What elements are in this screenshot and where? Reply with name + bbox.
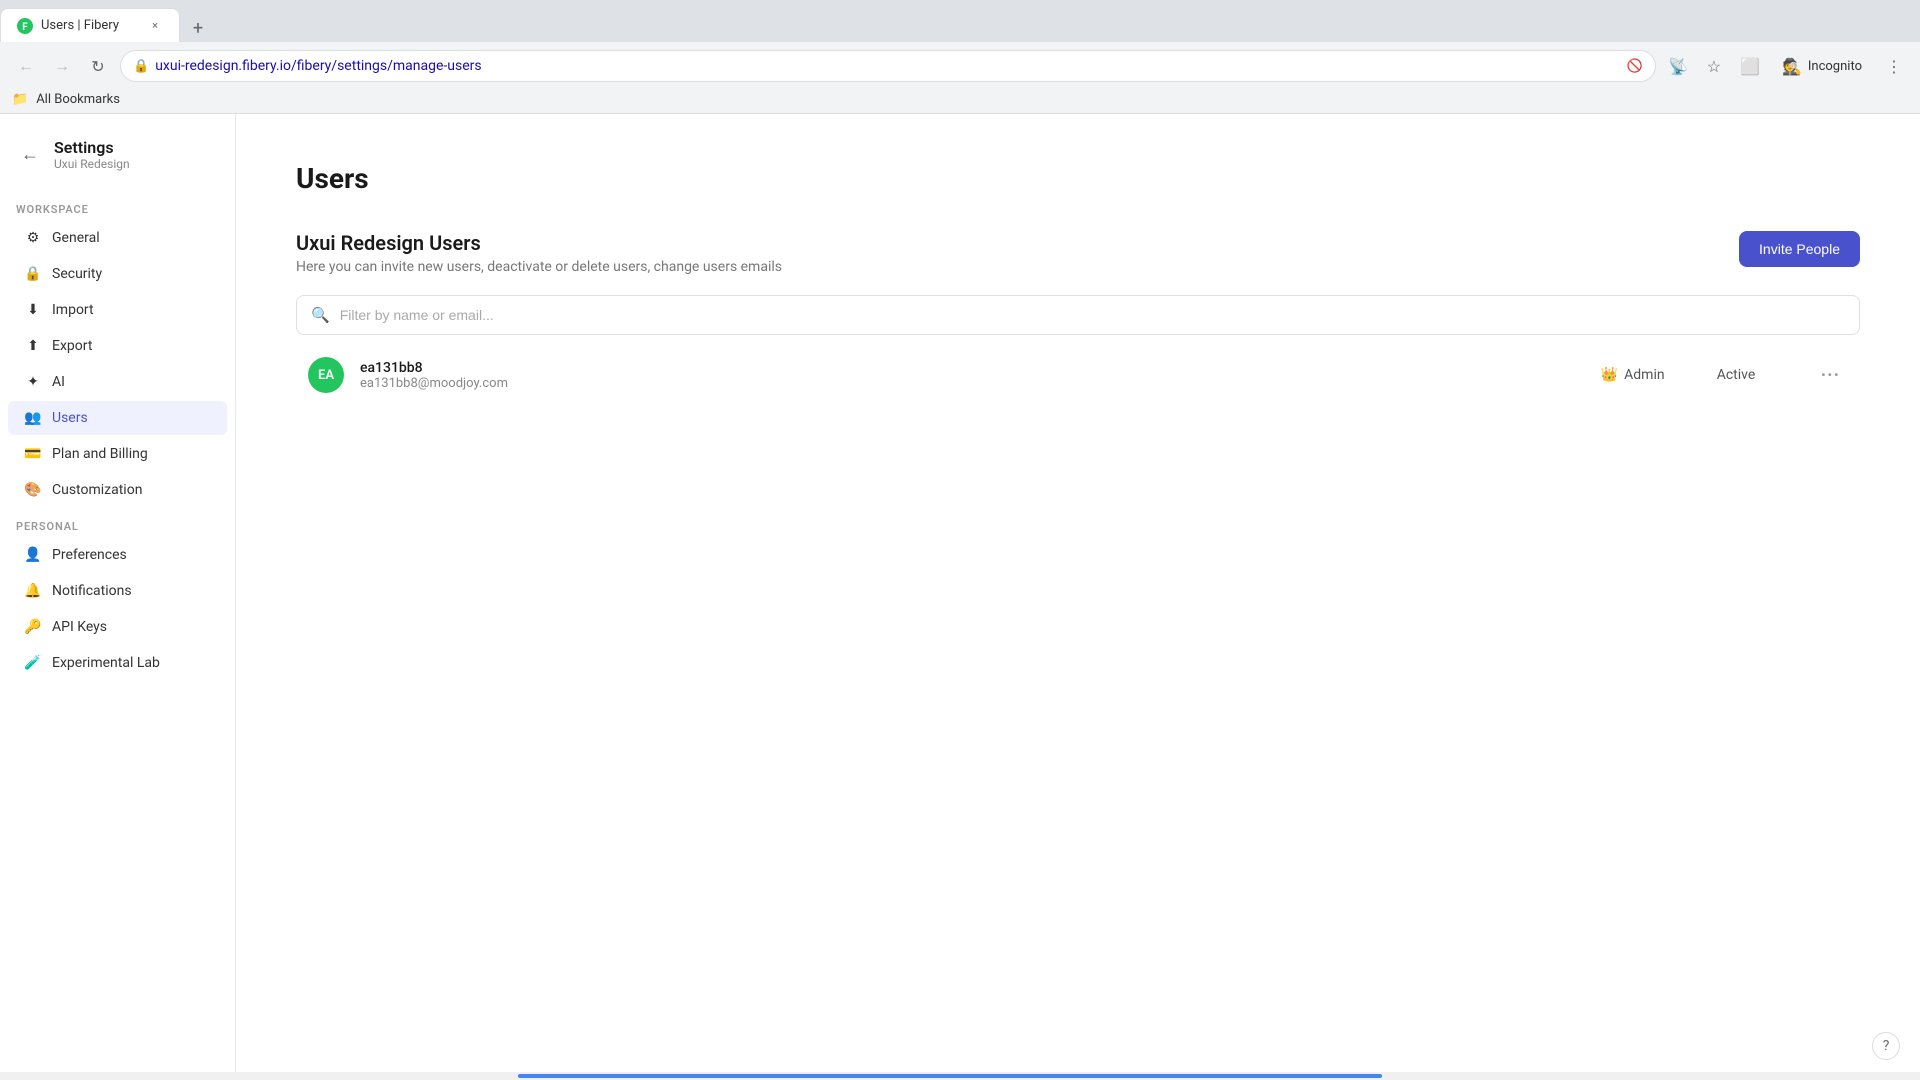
extension-icon[interactable]: ⬜ bbox=[1736, 52, 1764, 80]
user-status: Active bbox=[1717, 367, 1797, 383]
bottom-scrollbar[interactable] bbox=[0, 1072, 1920, 1080]
sidebar-item-ai[interactable]: ✦ AI bbox=[8, 365, 227, 399]
forward-button[interactable]: → bbox=[48, 52, 76, 80]
user-name: ea131bb8 bbox=[360, 360, 1585, 376]
app-layout: ← Settings Uxui Redesign WORKSPACE ⚙ Gen… bbox=[0, 114, 1920, 1072]
general-icon: ⚙ bbox=[24, 229, 42, 247]
sidebar-item-customization[interactable]: 🎨 Customization bbox=[8, 473, 227, 507]
svg-text:F: F bbox=[22, 22, 28, 33]
incognito-label: Incognito bbox=[1808, 59, 1862, 74]
sidebar-item-preferences[interactable]: 👤 Preferences bbox=[8, 538, 227, 572]
users-section: Uxui Redesign Users Here you can invite … bbox=[296, 231, 1860, 407]
users-icon: 👥 bbox=[24, 409, 42, 427]
sidebar-item-security[interactable]: 🔒 Security bbox=[8, 257, 227, 291]
lock-icon: 🔒 bbox=[133, 59, 149, 74]
help-button[interactable]: ? bbox=[1872, 1032, 1900, 1060]
address-bar[interactable]: 🔒 uxui-redesign.fibery.io/fibery/setting… bbox=[120, 50, 1656, 82]
sidebar-item-export[interactable]: ⬆ Export bbox=[8, 329, 227, 363]
sidebar-item-label: Users bbox=[52, 410, 88, 426]
toolbar-right: 📡 ☆ ⬜ 🕵 Incognito ⋮ bbox=[1664, 52, 1908, 80]
address-text: uxui-redesign.fibery.io/fibery/settings/… bbox=[155, 58, 1621, 74]
user-email: ea131bb8@moodjoy.com bbox=[360, 376, 1585, 391]
settings-info: Settings Uxui Redesign bbox=[54, 138, 130, 171]
tab-title: Users | Fibery bbox=[41, 18, 139, 33]
personal-section-label: PERSONAL bbox=[0, 508, 235, 537]
sidebar-item-label: Preferences bbox=[52, 547, 127, 563]
users-header: Uxui Redesign Users Here you can invite … bbox=[296, 231, 1860, 275]
sidebar-item-experimental-lab[interactable]: 🧪 Experimental Lab bbox=[8, 646, 227, 680]
ai-icon: ✦ bbox=[24, 373, 42, 391]
reload-button[interactable]: ↻ bbox=[84, 52, 112, 80]
preferences-icon: 👤 bbox=[24, 546, 42, 564]
workspace-section-label: WORKSPACE bbox=[0, 191, 235, 220]
bookmarks-folder-icon: 📁 bbox=[12, 92, 28, 107]
back-button[interactable]: ← bbox=[12, 52, 40, 80]
incognito-icon: 🕵 bbox=[1782, 57, 1802, 76]
lab-icon: 🧪 bbox=[24, 654, 42, 672]
sidebar-item-label: Plan and Billing bbox=[52, 446, 148, 462]
role-label: Admin bbox=[1624, 367, 1664, 383]
crown-icon: 👑 bbox=[1601, 367, 1618, 383]
sidebar-item-label: Export bbox=[52, 338, 92, 354]
new-tab-button[interactable]: + bbox=[184, 14, 212, 42]
sidebar-item-notifications[interactable]: 🔔 Notifications bbox=[8, 574, 227, 608]
workspace-label: Uxui Redesign bbox=[54, 157, 130, 171]
search-bar: 🔍 bbox=[296, 295, 1860, 335]
users-header-left: Uxui Redesign Users Here you can invite … bbox=[296, 231, 782, 275]
sidebar-item-label: API Keys bbox=[52, 619, 107, 635]
sidebar-item-users[interactable]: 👥 Users bbox=[8, 401, 227, 435]
plan-icon: 💳 bbox=[24, 445, 42, 463]
active-tab[interactable]: F Users | Fibery × bbox=[0, 8, 180, 42]
table-row: EA ea131bb8 ea131bb8@moodjoy.com 👑 Admin… bbox=[296, 343, 1860, 407]
search-icon: 🔍 bbox=[311, 306, 330, 324]
sidebar-header: ← Settings Uxui Redesign bbox=[0, 130, 235, 191]
tab-bar: F Users | Fibery × + bbox=[0, 0, 1920, 42]
sidebar-item-general[interactable]: ⚙ General bbox=[8, 221, 227, 255]
invite-people-button[interactable]: Invite People bbox=[1739, 231, 1860, 267]
bookmarks-bar: 📁 All Bookmarks bbox=[0, 90, 1920, 113]
page-title: Users bbox=[296, 162, 1860, 195]
sidebar-item-api-keys[interactable]: 🔑 API Keys bbox=[8, 610, 227, 644]
camera-off-icon: 🚫 bbox=[1627, 59, 1643, 74]
user-role: 👑 Admin bbox=[1601, 367, 1701, 383]
bookmark-icon[interactable]: ☆ bbox=[1700, 52, 1728, 80]
browser-chrome: F Users | Fibery × + ← → ↻ 🔒 uxui-redesi… bbox=[0, 0, 1920, 114]
export-icon: ⬆ bbox=[24, 337, 42, 355]
cast-icon[interactable]: 📡 bbox=[1664, 52, 1692, 80]
api-icon: 🔑 bbox=[24, 618, 42, 636]
sidebar-item-label: AI bbox=[52, 374, 65, 390]
sidebar-item-import[interactable]: ⬇ Import bbox=[8, 293, 227, 327]
back-to-app-button[interactable]: ← bbox=[16, 141, 44, 169]
search-input[interactable] bbox=[340, 307, 1845, 323]
sidebar-item-label: Notifications bbox=[52, 583, 132, 599]
scroll-thumb bbox=[518, 1074, 1382, 1078]
security-icon: 🔒 bbox=[24, 265, 42, 283]
tab-close-button[interactable]: × bbox=[147, 18, 163, 34]
users-section-desc: Here you can invite new users, deactivat… bbox=[296, 259, 782, 275]
settings-title: Settings bbox=[54, 138, 130, 157]
customization-icon: 🎨 bbox=[24, 481, 42, 499]
user-actions-button[interactable]: ··· bbox=[1813, 361, 1848, 390]
main-content: Users Uxui Redesign Users Here you can i… bbox=[236, 114, 1920, 1072]
bookmarks-label: All Bookmarks bbox=[36, 92, 120, 107]
sidebar-item-label: Security bbox=[52, 266, 102, 282]
incognito-button[interactable]: 🕵 Incognito bbox=[1772, 53, 1872, 80]
users-section-title: Uxui Redesign Users bbox=[296, 231, 782, 255]
browser-toolbar: ← → ↻ 🔒 uxui-redesign.fibery.io/fibery/s… bbox=[0, 42, 1920, 90]
sidebar: ← Settings Uxui Redesign WORKSPACE ⚙ Gen… bbox=[0, 114, 236, 1072]
user-info: ea131bb8 ea131bb8@moodjoy.com bbox=[360, 360, 1585, 391]
sidebar-item-plan-billing[interactable]: 💳 Plan and Billing bbox=[8, 437, 227, 471]
tab-favicon: F bbox=[17, 18, 33, 34]
notifications-icon: 🔔 bbox=[24, 582, 42, 600]
menu-button[interactable]: ⋮ bbox=[1880, 52, 1908, 80]
sidebar-item-label: General bbox=[52, 230, 100, 246]
sidebar-item-label: Experimental Lab bbox=[52, 655, 160, 671]
avatar-initials: EA bbox=[318, 368, 334, 383]
import-icon: ⬇ bbox=[24, 301, 42, 319]
sidebar-item-label: Customization bbox=[52, 482, 142, 498]
avatar: EA bbox=[308, 357, 344, 393]
sidebar-item-label: Import bbox=[52, 302, 94, 318]
